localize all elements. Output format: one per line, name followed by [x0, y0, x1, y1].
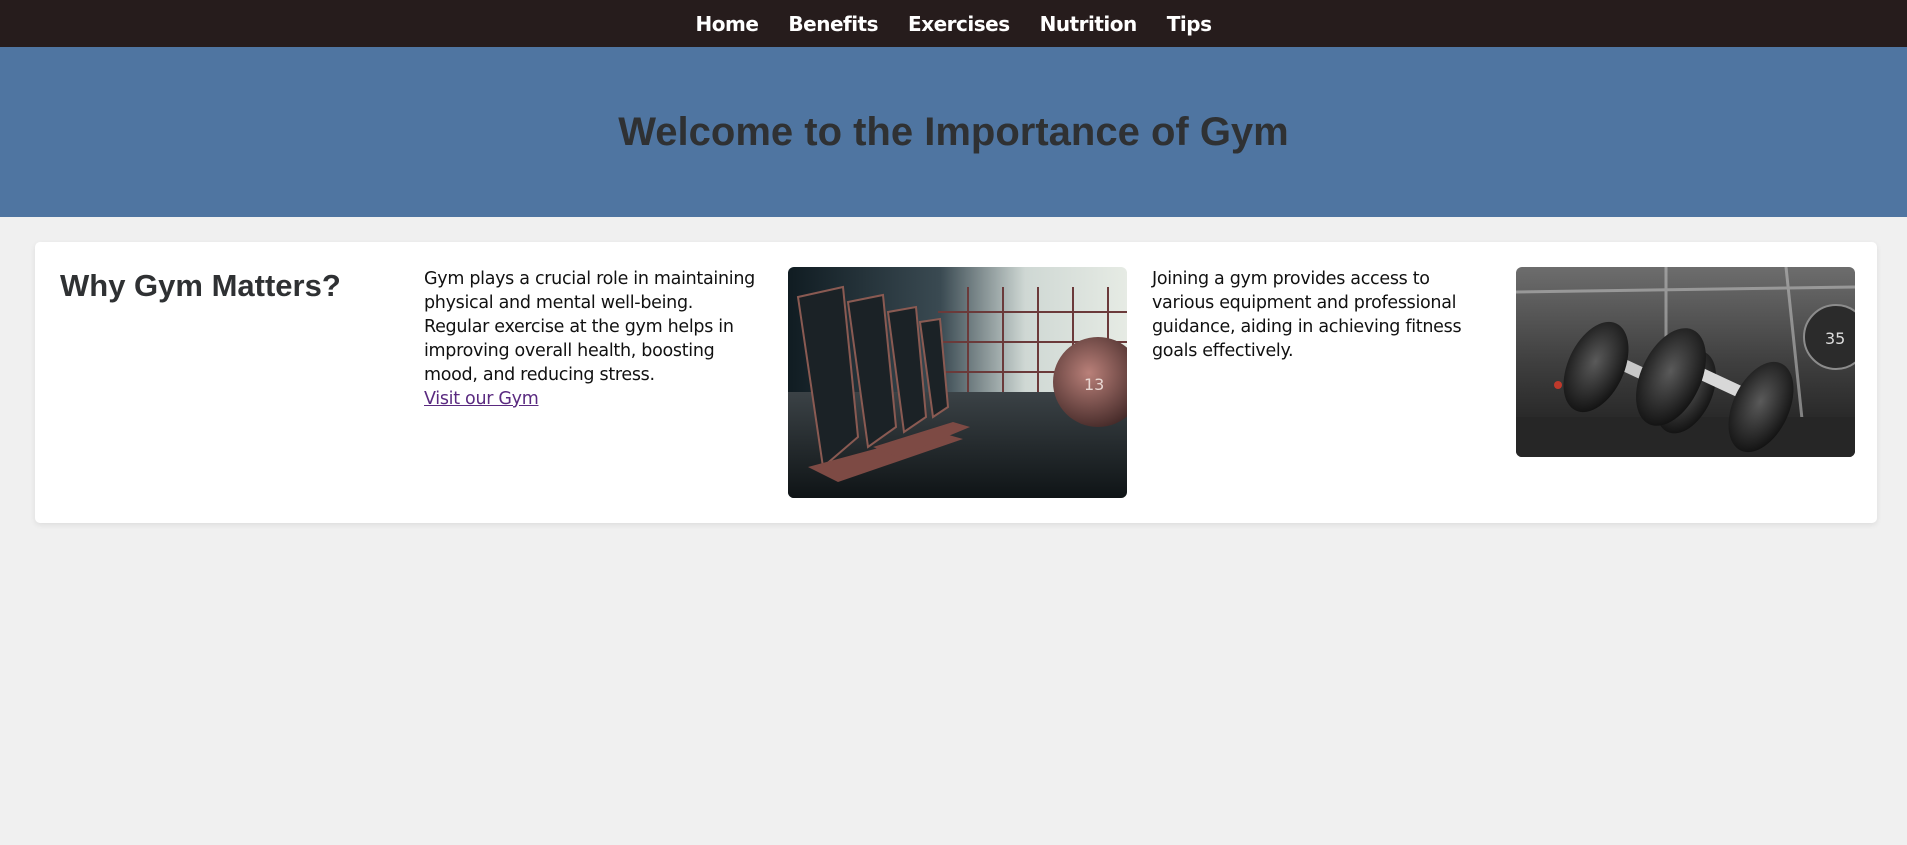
- ball-number-label: 13: [1084, 375, 1104, 394]
- paragraph-2: Joining a gym provides access to various…: [1152, 269, 1462, 361]
- treadmill-gym-photo: 13: [788, 267, 1127, 498]
- nav-exercises-link[interactable]: Exercises: [908, 12, 1010, 36]
- heading-column: Why Gym Matters?: [60, 267, 399, 523]
- dumbbells-photo: 35: [1516, 267, 1855, 457]
- image-column-2: 35: [1516, 267, 1855, 523]
- treadmill-image: 13: [788, 267, 1127, 498]
- dumbbells-image: 35: [1516, 267, 1855, 457]
- top-navigation: Home Benefits Exercises Nutrition Tips: [0, 0, 1907, 47]
- text-column-1: Gym plays a crucial role in maintaining …: [424, 267, 763, 523]
- section-heading: Why Gym Matters?: [60, 268, 341, 303]
- nav-home-link[interactable]: Home: [696, 12, 759, 36]
- paragraph-1-text: Gym plays a crucial role in maintaining …: [424, 269, 755, 385]
- hero-banner: Welcome to the Importance of Gym: [0, 47, 1907, 217]
- paragraph-1: Gym plays a crucial role in maintaining …: [424, 267, 763, 411]
- page-title: Welcome to the Importance of Gym: [618, 109, 1289, 154]
- text-column-2: Joining a gym provides access to various…: [1152, 267, 1491, 523]
- nav-benefits-link[interactable]: Benefits: [788, 12, 878, 36]
- image-column-1: 13: [788, 267, 1127, 523]
- nav-nutrition-link[interactable]: Nutrition: [1040, 12, 1138, 36]
- plate-number-label: 35: [1825, 329, 1845, 348]
- nav-tips-link[interactable]: Tips: [1167, 12, 1212, 36]
- visit-gym-link[interactable]: Visit our Gym: [424, 389, 539, 409]
- why-gym-card: Why Gym Matters? Gym plays a crucial rol…: [35, 242, 1877, 523]
